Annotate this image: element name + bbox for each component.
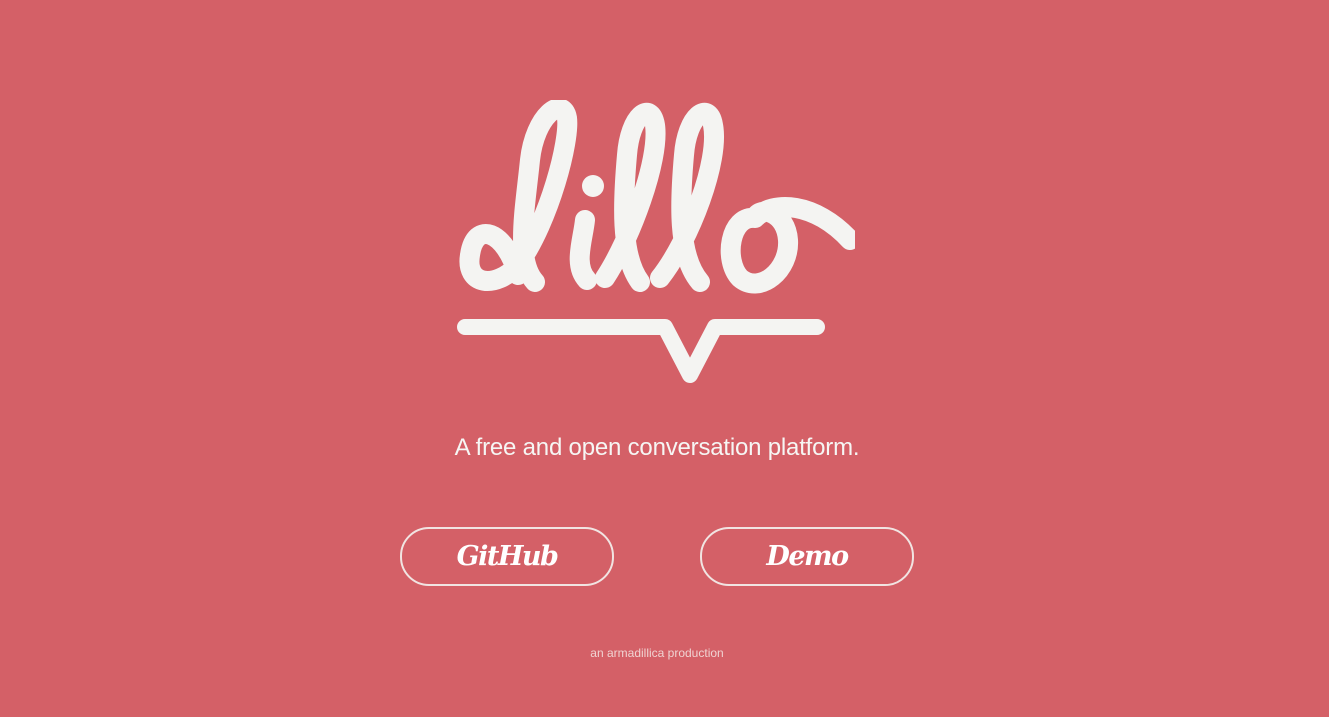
demo-button[interactable]: Demo <box>700 527 914 586</box>
dillo-logo: dillo <box>455 100 855 392</box>
demo-button-label: Demo <box>766 541 849 572</box>
dillo-logo-icon <box>457 100 855 383</box>
logo-text: dillo <box>455 392 456 393</box>
footer-credit: an armadillica production <box>590 646 724 660</box>
github-button[interactable]: GitHub <box>400 527 614 586</box>
tagline: A free and open conversation platform. <box>454 434 860 461</box>
landing-page: { "brand": { "logo_text": "dillo", "logo… <box>0 0 1329 717</box>
github-button-label: GitHub <box>456 541 559 572</box>
